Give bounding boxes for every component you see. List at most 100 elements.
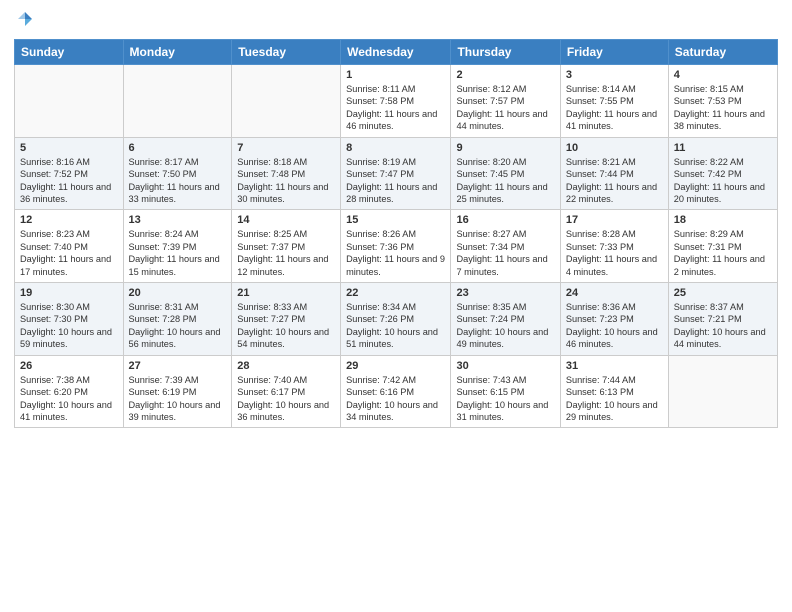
calendar-cell: 15 Sunrise: 8:26 AM Sunset: 7:36 PM Dayli… [341, 210, 451, 283]
day-number: 19 [20, 287, 118, 299]
calendar-cell: 2 Sunrise: 8:12 AM Sunset: 7:57 PM Daylig… [451, 65, 560, 138]
day-number: 4 [674, 69, 772, 81]
calendar-cell [123, 65, 232, 138]
day-number: 28 [237, 360, 335, 372]
calendar-cell: 18 Sunrise: 8:29 AM Sunset: 7:31 PM Dayli… [668, 210, 777, 283]
header [14, 10, 778, 33]
day-number: 20 [129, 287, 227, 299]
calendar-cell: 9 Sunrise: 8:20 AM Sunset: 7:45 PM Daylig… [451, 137, 560, 210]
calendar-cell: 26 Sunrise: 7:38 AM Sunset: 6:20 PM Dayli… [15, 355, 124, 428]
cell-content: Sunrise: 8:26 AM Sunset: 7:36 PM Dayligh… [346, 228, 445, 278]
day-header-thursday: Thursday [451, 40, 560, 65]
day-number: 9 [456, 142, 554, 154]
day-number: 17 [566, 214, 663, 226]
cell-content: Sunrise: 8:33 AM Sunset: 7:27 PM Dayligh… [237, 301, 335, 351]
calendar-table: SundayMondayTuesdayWednesdayThursdayFrid… [14, 39, 778, 428]
day-number: 16 [456, 214, 554, 226]
calendar-cell [232, 65, 341, 138]
calendar-cell: 24 Sunrise: 8:36 AM Sunset: 7:23 PM Dayli… [560, 283, 668, 356]
calendar-week-row: 5Sunrise: 8:16 AM Sunset: 7:52 PM Daylig… [15, 137, 778, 210]
calendar-cell: 22Sunrise: 8:34 AM Sunset: 7:26 PM Dayli… [341, 283, 451, 356]
calendar-cell: 14 Sunrise: 8:25 AM Sunset: 7:37 PM Dayli… [232, 210, 341, 283]
calendar-week-row: 26 Sunrise: 7:38 AM Sunset: 6:20 PM Dayli… [15, 355, 778, 428]
calendar-cell: 5Sunrise: 8:16 AM Sunset: 7:52 PM Daylig… [15, 137, 124, 210]
cell-content: Sunrise: 8:14 AM Sunset: 7:55 PM Dayligh… [566, 83, 663, 133]
day-number: 25 [674, 287, 772, 299]
day-number: 7 [237, 142, 335, 154]
calendar-page: SundayMondayTuesdayWednesdayThursdayFrid… [0, 0, 792, 612]
cell-content: Sunrise: 8:18 AM Sunset: 7:48 PM Dayligh… [237, 156, 335, 206]
cell-content: Sunrise: 8:35 AM Sunset: 7:24 PM Dayligh… [456, 301, 554, 351]
cell-content: Sunrise: 8:31 AM Sunset: 7:28 PM Dayligh… [129, 301, 227, 351]
cell-content: Sunrise: 8:15 AM Sunset: 7:53 PM Dayligh… [674, 83, 772, 133]
day-number: 10 [566, 142, 663, 154]
cell-content: Sunrise: 8:12 AM Sunset: 7:57 PM Dayligh… [456, 83, 554, 133]
calendar-cell: 21 Sunrise: 8:33 AM Sunset: 7:27 PM Dayli… [232, 283, 341, 356]
calendar-cell: 19 Sunrise: 8:30 AM Sunset: 7:30 PM Dayli… [15, 283, 124, 356]
day-number: 24 [566, 287, 663, 299]
calendar-cell: 10 Sunrise: 8:21 AM Sunset: 7:44 PM Dayli… [560, 137, 668, 210]
day-header-sunday: Sunday [15, 40, 124, 65]
calendar-cell: 16 Sunrise: 8:27 AM Sunset: 7:34 PM Dayli… [451, 210, 560, 283]
cell-content: Sunrise: 8:21 AM Sunset: 7:44 PM Dayligh… [566, 156, 663, 206]
day-number: 21 [237, 287, 335, 299]
logo-icon [16, 10, 34, 28]
cell-content: Sunrise: 7:42 AM Sunset: 6:16 PM Dayligh… [346, 374, 445, 424]
day-number: 5 [20, 142, 118, 154]
cell-content: Sunrise: 7:39 AM Sunset: 6:19 PM Dayligh… [129, 374, 227, 424]
cell-content: Sunrise: 8:25 AM Sunset: 7:37 PM Dayligh… [237, 228, 335, 278]
calendar-cell: 6 Sunrise: 8:17 AM Sunset: 7:50 PM Daylig… [123, 137, 232, 210]
calendar-cell: 3 Sunrise: 8:14 AM Sunset: 7:55 PM Daylig… [560, 65, 668, 138]
calendar-cell: 28 Sunrise: 7:40 AM Sunset: 6:17 PM Dayli… [232, 355, 341, 428]
day-number: 2 [456, 69, 554, 81]
calendar-cell: 27 Sunrise: 7:39 AM Sunset: 6:19 PM Dayli… [123, 355, 232, 428]
calendar-cell [668, 355, 777, 428]
cell-content: Sunrise: 8:20 AM Sunset: 7:45 PM Dayligh… [456, 156, 554, 206]
day-number: 30 [456, 360, 554, 372]
day-number: 27 [129, 360, 227, 372]
calendar-cell: 12 Sunrise: 8:23 AM Sunset: 7:40 PM Dayli… [15, 210, 124, 283]
day-number: 29 [346, 360, 445, 372]
cell-content: Sunrise: 8:37 AM Sunset: 7:21 PM Dayligh… [674, 301, 772, 351]
cell-content: Sunrise: 8:27 AM Sunset: 7:34 PM Dayligh… [456, 228, 554, 278]
calendar-cell: 30Sunrise: 7:43 AM Sunset: 6:15 PM Dayli… [451, 355, 560, 428]
calendar-week-row: 12 Sunrise: 8:23 AM Sunset: 7:40 PM Dayli… [15, 210, 778, 283]
day-number: 14 [237, 214, 335, 226]
cell-content: Sunrise: 7:38 AM Sunset: 6:20 PM Dayligh… [20, 374, 118, 424]
day-number: 6 [129, 142, 227, 154]
cell-content: Sunrise: 8:19 AM Sunset: 7:47 PM Dayligh… [346, 156, 445, 206]
calendar-cell: 17 Sunrise: 8:28 AM Sunset: 7:33 PM Dayli… [560, 210, 668, 283]
day-number: 31 [566, 360, 663, 372]
calendar-cell: 8 Sunrise: 8:19 AM Sunset: 7:47 PM Daylig… [341, 137, 451, 210]
day-header-saturday: Saturday [668, 40, 777, 65]
day-header-tuesday: Tuesday [232, 40, 341, 65]
day-number: 13 [129, 214, 227, 226]
day-number: 11 [674, 142, 772, 154]
day-number: 15 [346, 214, 445, 226]
calendar-cell: 7 Sunrise: 8:18 AM Sunset: 7:48 PM Daylig… [232, 137, 341, 210]
day-number: 18 [674, 214, 772, 226]
calendar-header-row: SundayMondayTuesdayWednesdayThursdayFrid… [15, 40, 778, 65]
day-header-wednesday: Wednesday [341, 40, 451, 65]
cell-content: Sunrise: 8:36 AM Sunset: 7:23 PM Dayligh… [566, 301, 663, 351]
cell-content: Sunrise: 8:11 AM Sunset: 7:58 PM Dayligh… [346, 83, 445, 133]
calendar-week-row: 1 Sunrise: 8:11 AM Sunset: 7:58 PM Daylig… [15, 65, 778, 138]
day-number: 12 [20, 214, 118, 226]
day-number: 1 [346, 69, 445, 81]
day-number: 23 [456, 287, 554, 299]
cell-content: Sunrise: 7:44 AM Sunset: 6:13 PM Dayligh… [566, 374, 663, 424]
cell-content: Sunrise: 8:23 AM Sunset: 7:40 PM Dayligh… [20, 228, 118, 278]
cell-content: Sunrise: 8:17 AM Sunset: 7:50 PM Dayligh… [129, 156, 227, 206]
calendar-cell: 4 Sunrise: 8:15 AM Sunset: 7:53 PM Daylig… [668, 65, 777, 138]
logo [14, 10, 36, 33]
calendar-cell: 23 Sunrise: 8:35 AM Sunset: 7:24 PM Dayli… [451, 283, 560, 356]
cell-content: Sunrise: 8:30 AM Sunset: 7:30 PM Dayligh… [20, 301, 118, 351]
day-number: 3 [566, 69, 663, 81]
calendar-cell [15, 65, 124, 138]
cell-content: Sunrise: 7:40 AM Sunset: 6:17 PM Dayligh… [237, 374, 335, 424]
cell-content: Sunrise: 8:28 AM Sunset: 7:33 PM Dayligh… [566, 228, 663, 278]
day-header-monday: Monday [123, 40, 232, 65]
day-number: 26 [20, 360, 118, 372]
cell-content: Sunrise: 8:29 AM Sunset: 7:31 PM Dayligh… [674, 228, 772, 278]
day-number: 8 [346, 142, 445, 154]
